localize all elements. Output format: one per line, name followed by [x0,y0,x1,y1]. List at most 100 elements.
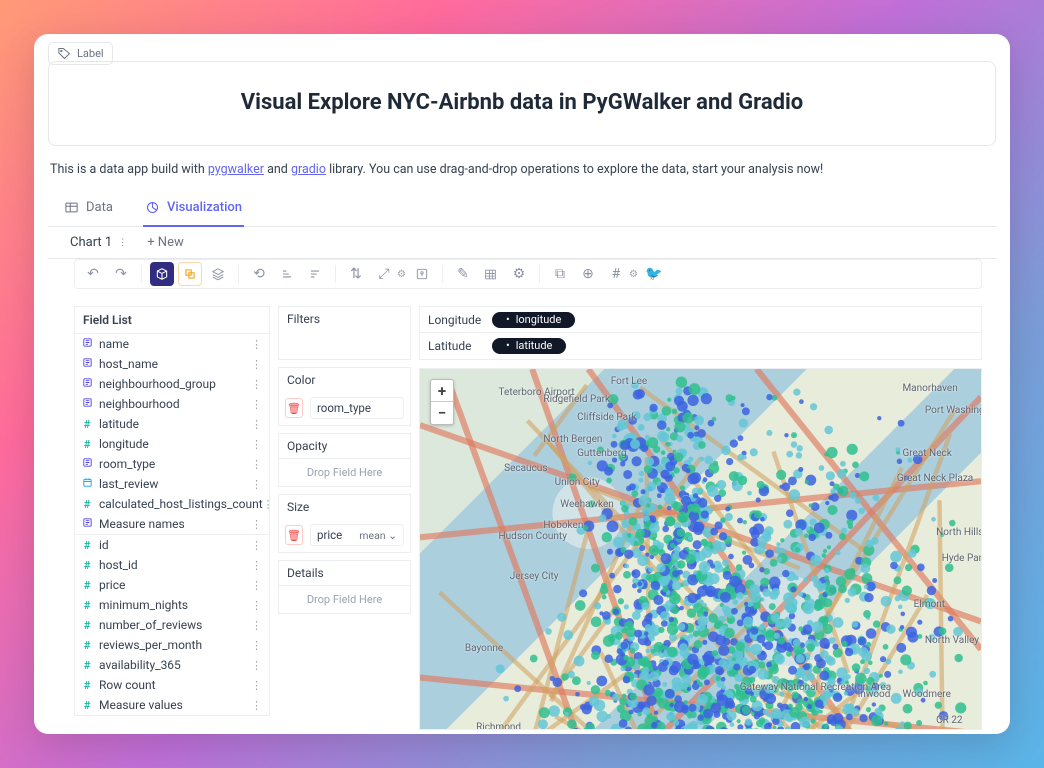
chevron-down-icon[interactable]: ⋮ [118,238,127,248]
table-view-button[interactable] [479,262,503,286]
tab-visualization[interactable]: Visualization [143,192,244,227]
details-shelf[interactable]: Details Drop Field Here [278,560,411,614]
field-menu-button[interactable]: ⋮ [251,579,263,592]
brush-button[interactable]: ✎ [451,262,475,286]
field-item[interactable]: #minimum_nights⋮ [75,595,269,615]
toolbar: ↶ ↷ ⟲ ⇅ ⤢⚙ ✎ ⚙ ⧉ ⊕ #⚙ 🐦 [74,259,982,289]
field-menu-button[interactable]: ⋮ [263,498,275,511]
field-menu-button[interactable]: ⋮ [251,418,263,431]
latitude-pill[interactable]: • latitude [492,338,566,354]
field-item[interactable]: host_name ⋮ [75,354,269,374]
settings-button[interactable]: ⚙ [507,262,531,286]
field-type-icon [81,397,93,411]
map-place-label: CR 22 [936,715,962,726]
sort-asc-button[interactable] [275,262,299,286]
tab-data[interactable]: Data [62,192,115,227]
field-menu-button[interactable]: ⋮ [251,559,263,572]
field-name: Measure values [99,698,183,712]
field-item[interactable]: #id⋮ [75,535,269,555]
redo-button[interactable]: ↷ [109,262,133,286]
code-button[interactable]: # [604,262,628,286]
map-place-label: Elmont [914,599,945,610]
field-menu-button[interactable]: ⋮ [251,398,263,411]
color-shelf[interactable]: Color 🗑 room_type [278,367,411,426]
filters-shelf[interactable]: Filters [278,306,411,360]
stack-button[interactable] [178,262,202,286]
field-menu-button[interactable]: ⋮ [251,539,263,552]
field-item[interactable]: #Measure values⋮ [75,695,269,715]
field-menu-button[interactable]: ⋮ [251,478,263,491]
zoom-in-button[interactable]: + [431,380,453,402]
map-place-label: North Valley Stream [925,635,982,646]
field-item[interactable]: last_review⋮ [75,474,269,494]
map-place-label: North Bergen [543,434,602,445]
field-menu-button[interactable]: ⋮ [251,619,263,632]
opacity-shelf[interactable]: Opacity Drop Field Here [278,433,411,487]
mark-type-button[interactable] [150,262,174,286]
layers-button[interactable] [206,262,230,286]
axis-toggle-button[interactable]: ⇅ [344,262,368,286]
color-field-chip[interactable]: room_type [310,397,404,419]
longitude-pill[interactable]: • longitude [492,312,575,328]
field-menu-button[interactable]: ⋮ [251,338,263,351]
zoom-out-button[interactable]: − [431,402,453,424]
link-gradio[interactable]: gradio [291,162,326,177]
field-item[interactable]: #latitude⋮ [75,414,269,434]
field-menu-button[interactable]: ⋮ [251,699,263,712]
size-shelf[interactable]: Size 🗑 price mean ⌄ [278,494,411,553]
field-item[interactable]: room_type⋮ [75,454,269,474]
field-item[interactable]: #host_id⋮ [75,555,269,575]
field-item[interactable]: #number_of_reviews⋮ [75,615,269,635]
field-name: price [99,578,125,592]
link-pygwalker[interactable]: pygwalker [208,162,264,177]
field-item[interactable]: neighbourhood_group⋮ [75,374,269,394]
export-image-button[interactable]: ⧉ [548,262,572,286]
field-item[interactable]: #reviews_per_month⋮ [75,635,269,655]
field-item[interactable]: #Row count⋮ [75,675,269,695]
undo-button[interactable]: ↶ [81,262,105,286]
field-type-icon: # [81,498,93,511]
map-canvas[interactable]: Teterboro AirportRidgefield ParkFort Lee… [419,368,982,730]
field-item[interactable]: neighbourhood ⋮ [75,394,269,414]
fit-button[interactable]: ⤢ [372,262,396,286]
map-place-label: Great Neck [902,448,951,459]
label-button[interactable]: Label [48,42,113,65]
measure-list: #id⋮#host_id⋮#price⋮#minimum_nights⋮#num… [74,535,270,716]
field-item[interactable]: #availability_365⋮ [75,655,269,675]
field-item[interactable]: Measure names⋮ [75,514,269,534]
field-item[interactable]: #price⋮ [75,575,269,595]
refresh-button[interactable]: ⟲ [247,262,271,286]
field-menu-button[interactable]: ⋮ [251,378,263,391]
field-type-icon [81,517,93,531]
remove-size-field-button[interactable]: 🗑 [285,525,303,545]
gear-icon[interactable]: ⚙ [397,269,406,280]
gear-icon[interactable]: ⚙ [629,269,638,280]
geo-button[interactable] [410,262,434,286]
field-menu-button[interactable]: ⋮ [251,358,263,371]
field-menu-button[interactable]: ⋮ [251,518,263,531]
field-menu-button[interactable]: ⋮ [251,599,263,612]
field-item[interactable]: #calculated_host_listings_count⋮ [75,494,269,514]
ai-button[interactable]: 🐦 [642,262,666,286]
chart-tab-1[interactable]: Chart 1 ⋮ [60,227,137,258]
field-type-icon: # [81,619,93,632]
longitude-shelf[interactable]: Longitude • longitude [420,307,981,333]
field-name: host_name [99,357,158,371]
size-field-chip[interactable]: price mean ⌄ [310,524,404,546]
add-button[interactable]: ⊕ [576,262,600,286]
field-name: neighbourhood [99,397,180,411]
latitude-shelf[interactable]: Latitude • latitude [420,333,981,359]
field-item[interactable]: name⋮ [75,334,269,354]
workspace: Field List name⋮host_name⋮neighbourhood_… [48,297,996,730]
remove-color-field-button[interactable]: 🗑 [285,398,303,418]
sort-desc-button[interactable] [303,262,327,286]
new-chart-button[interactable]: + New [137,227,194,258]
field-menu-button[interactable]: ⋮ [251,639,263,652]
field-menu-button[interactable]: ⋮ [251,659,263,672]
field-menu-button[interactable]: ⋮ [251,679,263,692]
field-menu-button[interactable]: ⋮ [251,438,263,451]
field-item[interactable]: #longitude⋮ [75,434,269,454]
app-card: Label Visual Explore NYC-Airbnb data in … [34,34,1010,734]
field-name: host_id [99,558,138,572]
field-menu-button[interactable]: ⋮ [251,458,263,471]
